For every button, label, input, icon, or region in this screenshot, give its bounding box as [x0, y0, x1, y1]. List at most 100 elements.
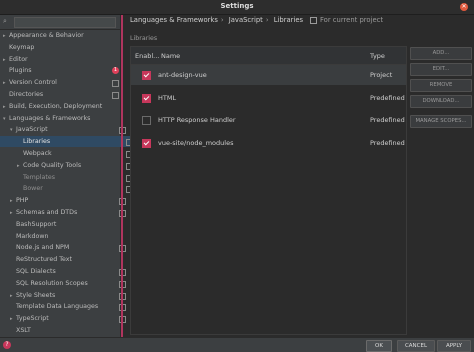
project-icon — [310, 16, 317, 24]
sidebar-item-label: TypeScript — [16, 315, 49, 323]
sidebar-item-label: Templates — [23, 173, 56, 181]
breadcrumb-item: Languages & Frameworks — [130, 16, 218, 24]
sidebar-item-label: Webpack — [23, 150, 52, 157]
sidebar-item[interactable]: Directories — [0, 89, 123, 100]
sidebar-item-label: Schemas and DTDs — [16, 209, 78, 216]
sidebar-item[interactable]: BashSupport — [0, 219, 130, 230]
sidebar-item-label: SQL Resolution Scopes — [16, 279, 88, 287]
sidebar-divider[interactable] — [121, 15, 123, 337]
sidebar-item[interactable]: Webpack — [0, 148, 137, 159]
sidebar-item-label: Plugins — [9, 67, 32, 75]
search-input[interactable] — [14, 17, 116, 28]
sidebar-item-label: Appearance & Behavior — [9, 32, 84, 39]
breadcrumb-item: JavaScript — [228, 16, 263, 24]
close-icon[interactable]: ✕ — [460, 3, 468, 11]
library-type: Predefined — [370, 116, 405, 124]
sidebar-item-label: Keymap — [9, 43, 35, 51]
sidebar-item[interactable]: Bower — [0, 183, 137, 194]
sidebar-item-label: PHP — [16, 197, 29, 205]
table-row[interactable]: HTTP Response Handler Predefined — [131, 110, 406, 130]
sidebar-item[interactable]: Plugins 1 — [0, 65, 123, 76]
project-scope-icon — [112, 80, 119, 88]
apply-button[interactable]: APPLY — [437, 340, 471, 352]
section-label: Libraries — [130, 35, 158, 42]
sidebar-item[interactable]: Libraries — [0, 136, 137, 148]
sidebar-item[interactable]: ▸ Version Control — [0, 77, 123, 88]
sidebar-item[interactable]: ▸ Build, Execution, Deployment — [0, 101, 123, 112]
sidebar-item[interactable]: SQL Resolution Scopes — [0, 278, 130, 289]
enabled-checkbox[interactable] — [142, 93, 151, 103]
sidebar-item[interactable]: ▾ Languages & Frameworks — [0, 113, 123, 124]
sidebar-item[interactable]: ▸ Appearance & Behavior — [0, 30, 123, 41]
project-scope-icon — [112, 92, 119, 99]
remove-button[interactable]: REMOVE — [410, 79, 472, 92]
ok-button[interactable]: OK — [366, 340, 392, 352]
edit-button[interactable]: EDIT... — [410, 63, 472, 76]
table-row[interactable]: vue-site/node_modules Predefined — [131, 133, 406, 153]
sidebar-item-label: ReStructured Text — [16, 256, 72, 264]
sidebar-item[interactable]: ▸ Style Sheets — [0, 290, 130, 301]
sidebar-item-label: Code Quality Tools — [23, 161, 82, 169]
enabled-checkbox[interactable] — [142, 138, 151, 148]
settings-tree: ▸ Appearance & Behavior Keymap ▸ Editor Plugi… — [0, 30, 137, 337]
sidebar-item-label: Languages & Frameworks — [9, 114, 91, 122]
chevron-right-icon: › — [265, 16, 269, 24]
table-row[interactable]: ant-design-vue Project — [131, 65, 406, 85]
sidebar-item[interactable]: ▸ Schemas and DTDs — [0, 207, 130, 218]
library-type: Predefined — [370, 138, 405, 147]
download-button[interactable]: DOWNLOAD... — [410, 95, 472, 108]
search-icon: ⌕ — [3, 17, 7, 25]
sidebar-item[interactable]: ReStructured Text — [0, 254, 130, 265]
scope-text: For current project — [320, 16, 384, 24]
sidebar-item-label: Node.js and NPM — [16, 244, 70, 252]
sidebar-item[interactable]: XSLT — [0, 325, 130, 336]
sidebar-item-label: Markdown — [16, 232, 49, 240]
sidebar-item[interactable]: Node.js and NPM — [0, 242, 130, 253]
manage-scopes-button[interactable]: MANAGE SCOPES... — [410, 115, 472, 128]
sidebar-item-label: BashSupport — [16, 220, 57, 228]
sidebar-item[interactable]: Templates — [0, 172, 137, 183]
title-bar: Settings ✕ — [0, 0, 474, 15]
sidebar-item[interactable]: ▸ Editor — [0, 54, 123, 65]
column-header-enabled[interactable]: Enabl... — [135, 52, 159, 60]
sidebar-item-label: Template Data Languages — [16, 303, 99, 311]
library-type: Predefined — [370, 93, 405, 102]
libraries-table: Enabl... Name Type ant-design-vue Project… — [130, 46, 407, 335]
breadcrumb-item: Libraries — [273, 16, 304, 24]
sidebar-item-label: Version Control — [9, 79, 57, 87]
sidebar-item[interactable]: Keymap — [0, 42, 123, 53]
sidebar-item[interactable]: SQL Dialects — [0, 266, 130, 277]
library-name: HTTP Response Handler — [158, 116, 236, 124]
sidebar-item[interactable]: Template Data Languages — [0, 301, 130, 312]
search-box[interactable]: ⌕ — [0, 15, 120, 30]
table-row[interactable]: HTML Predefined — [131, 88, 406, 108]
enabled-checkbox[interactable] — [142, 71, 151, 80]
column-header-name[interactable]: Name — [161, 52, 180, 60]
breadcrumb: Languages & Frameworks › JavaScript › Libr… — [130, 16, 306, 24]
updates-badge: 1 — [112, 67, 119, 75]
sidebar-item-label: Style Sheets — [16, 291, 56, 299]
scope-label: For current project — [310, 16, 383, 24]
enabled-checkbox[interactable] — [142, 116, 151, 125]
sidebar-item-label: Bower — [23, 185, 43, 193]
table-header: Enabl... Name Type — [131, 47, 406, 65]
library-name: HTML — [158, 93, 177, 102]
help-icon[interactable]: ? — [3, 341, 11, 349]
add-button[interactable]: ADD... — [410, 47, 472, 60]
column-header-type[interactable]: Type — [370, 52, 385, 60]
sidebar-item-label: XSLT — [16, 327, 31, 334]
sidebar-item-label: Editor — [9, 55, 28, 63]
sidebar-item[interactable]: ▾ JavaScript — [0, 124, 130, 135]
sidebar-item[interactable]: ▸ Code Quality Tools — [0, 160, 137, 171]
library-name: vue-site/node_modules — [158, 138, 234, 147]
sidebar-item[interactable]: Markdown — [0, 231, 130, 242]
window-title: Settings — [220, 2, 254, 10]
library-name: ant-design-vue — [158, 71, 207, 79]
sidebar-item[interactable]: ▸ PHP — [0, 195, 130, 206]
library-type: Project — [370, 71, 393, 79]
sidebar-item-label: Directories — [9, 91, 44, 98]
chevron-right-icon: › — [220, 16, 224, 24]
sidebar-item[interactable]: ▸ TypeScript — [0, 313, 130, 324]
cancel-button[interactable]: CANCEL — [397, 340, 435, 352]
sidebar-item-label: SQL Dialects — [16, 268, 56, 275]
